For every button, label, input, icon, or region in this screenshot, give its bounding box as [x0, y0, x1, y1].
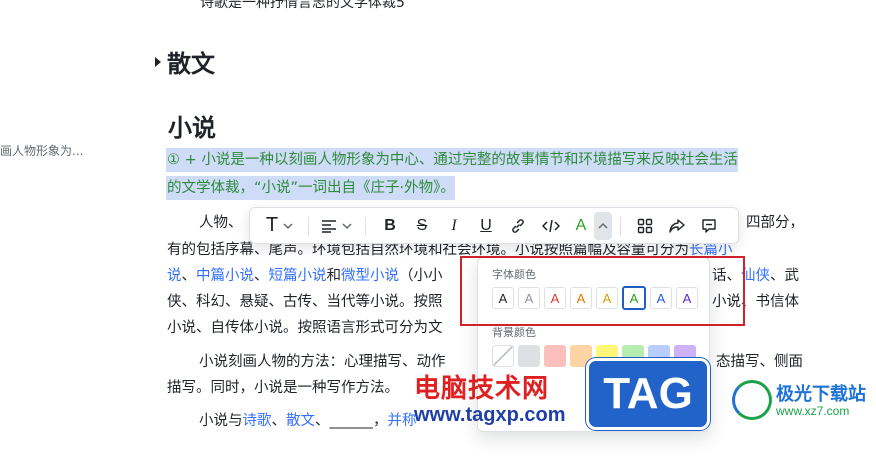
heading-xiaoshuo[interactable]: 小说 [168, 108, 216, 143]
link-zhongpian[interactable]: 中篇小说 [196, 268, 254, 284]
watermark-logo-url: www.xz7.com [776, 404, 850, 418]
comment-button[interactable] [693, 212, 725, 240]
paragraph-text: 、武 [770, 268, 799, 284]
no-background-swatch[interactable] [492, 345, 514, 367]
selected-text-line[interactable]: ① + 小说是一种以刻画人物形象为中心、通过完整的故事情节和环境描写来反映社会生… [166, 148, 738, 172]
paragraph-text: 四部分， [746, 215, 804, 231]
paragraph-text: 诗歌是一种抒情言志的文学体裁5 [200, 0, 405, 11]
share-button[interactable] [661, 212, 693, 240]
heading-sanwen[interactable]: 散文 [155, 44, 215, 79]
share-arrow-icon [669, 218, 685, 233]
paragraph-text: 态描写、侧面 [716, 354, 803, 370]
link-icon [512, 218, 524, 233]
paragraph-text: 小说与 [199, 413, 243, 429]
align-left-icon [322, 219, 336, 233]
floating-format-toolbar: T B S I U A [249, 207, 739, 244]
paragraph-line: 小说与诗歌、散文、______，并称 [199, 408, 417, 434]
more-blocks-button[interactable] [629, 212, 661, 240]
strikethrough-button[interactable]: S [406, 212, 438, 240]
heading-text: 散文 [167, 50, 215, 78]
watermark-tag-logo: TAG [586, 358, 710, 430]
watermark-logo-icon [732, 380, 772, 420]
link-bingcheng[interactable]: 并称 [388, 413, 417, 429]
link-xianxia[interactable]: 仙侠 [741, 268, 770, 284]
code-button[interactable] [534, 212, 568, 240]
selected-text-line[interactable]: 的文学体裁，“小说”一词出自《庄子·外物》。 [166, 176, 455, 200]
watermark-site-text: 电脑技术网 [414, 374, 550, 404]
paragraph-text: 小说、自传体小说。按照语言形式可分为文 [167, 320, 443, 336]
paragraph-text: 、 [254, 268, 269, 284]
link-changpian[interactable]: 说 [167, 268, 182, 284]
align-button[interactable] [317, 212, 357, 240]
link-shige[interactable]: 诗歌 [243, 413, 272, 429]
bg-color-swatch[interactable] [544, 345, 566, 367]
chevron-down-icon [283, 222, 293, 229]
grid-icon [637, 218, 653, 233]
watermark-site-url: www.tagxp.com [414, 404, 566, 426]
toolbar-divider [620, 216, 621, 235]
paragraph-text: 人物、 [199, 215, 243, 231]
paragraph-text: 侠、科幻、悬疑、古传、当代等小说。按照 [167, 294, 443, 310]
underline-button[interactable]: U [470, 212, 502, 240]
text-style-button[interactable]: T [260, 212, 300, 240]
link-duanpian[interactable]: 短篇小说 [269, 268, 327, 284]
italic-button[interactable]: I [438, 212, 470, 240]
paragraph-text: 小说刻画人物的方法：心理描写、动作 [199, 354, 446, 370]
side-comment-preview[interactable]: 画人物形象为... [0, 142, 83, 159]
bg-color-title: 背景颜色 [492, 326, 536, 339]
paragraph-text: 、 [181, 268, 197, 284]
annotation-highlight-box [460, 256, 745, 326]
watermark-logo-text: 极光下载站 [776, 384, 866, 405]
text-style-icon: T [265, 214, 279, 236]
collapse-arrow-icon[interactable] [155, 56, 161, 67]
toolbar-divider [365, 216, 366, 235]
font-color-button[interactable]: A [568, 212, 594, 240]
paragraph-text: 、______， [315, 413, 388, 429]
chevron-up-icon [598, 222, 608, 229]
paragraph-text: （小小 [399, 268, 443, 284]
code-icon [542, 219, 560, 232]
paragraph-text: 、 [271, 413, 287, 429]
chevron-down-icon [342, 222, 352, 229]
comment-icon [702, 218, 716, 233]
link-weixing[interactable]: 微型小说 [341, 268, 399, 284]
link-button[interactable] [502, 212, 534, 240]
link-sanwen[interactable]: 散文 [286, 413, 315, 429]
bold-button[interactable]: B [374, 212, 406, 240]
toolbar-divider [308, 216, 309, 235]
paragraph-text: 和 [326, 268, 342, 284]
paragraph-line: 说、中篇小说、短篇小说和微型小说（小小 [167, 263, 443, 289]
font-color-dropdown-button[interactable] [594, 211, 612, 240]
bg-color-swatch[interactable] [518, 345, 540, 367]
paragraph-text: 描写。同时，小说是一种写作方法。 [167, 380, 399, 396]
